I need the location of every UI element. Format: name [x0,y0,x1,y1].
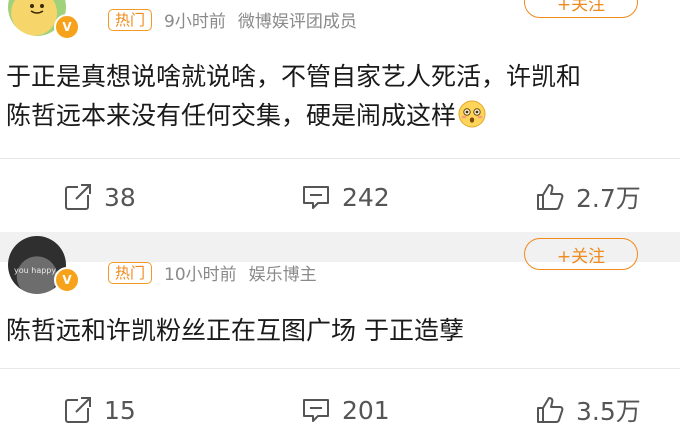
comment-count: 201 [342,395,390,425]
post-text-segment: 陈哲远本来没有任何交集，硬是闹成这样 [6,101,457,130]
like-count: 3.5万 [576,397,641,426]
like-button[interactable]: 3.5万 [534,388,641,432]
like-icon [537,184,564,210]
like-icon [537,397,564,423]
like-count: 2.7万 [576,184,641,213]
post-text: 陈哲远和许凯粉丝正在互图广场 于正造孽 [6,311,680,350]
repost-button[interactable]: 15 [62,388,136,432]
follow-button[interactable]: +关注 [524,238,638,270]
avatar-cartoon-icon [30,4,44,14]
action-bar: 15 201 3.5万 [0,388,680,432]
post-text-line: 陈哲远本来没有任何交集，硬是闹成这样 [6,96,680,135]
like-button[interactable]: 2.7万 [534,175,641,219]
post-time: 9小时前 [164,12,226,32]
flushed-face-emoji-icon [458,100,486,128]
comment-icon [303,186,329,209]
post-text-line: 陈哲远和许凯粉丝正在互图广场 于正造孽 [6,316,464,345]
follow-button[interactable]: +关注 [524,0,638,18]
repost-icon [65,183,92,210]
repost-count: 15 [104,395,136,425]
comment-button[interactable]: 201 [300,388,390,432]
avatar-text: you happy [14,266,57,275]
post-time: 10小时前 [164,265,237,285]
post-meta: 热门 9小时前 微博娱评团成员 [108,7,357,32]
post-source: 娱乐博主 [248,265,317,285]
divider [0,158,680,159]
repost-icon [65,396,92,423]
weibo-post-2: you happy V 热门 10小时前 娱乐博主 +关注 陈哲远和许凯粉丝正在… [0,236,680,432]
post-meta: 热门 10小时前 娱乐博主 [108,260,317,285]
repost-button[interactable]: 38 [62,175,136,219]
post-text-line: 于正是真想说啥就说啥，不管自家艺人死活，许凯和 [6,62,582,91]
comment-count: 242 [342,182,390,212]
comment-button[interactable]: 242 [300,175,390,219]
post-text: 于正是真想说啥就说啥，不管自家艺人死活，许凯和 陈哲远本来没有任何交集，硬是闹成… [6,57,680,135]
hot-badge: 热门 [108,8,153,31]
post-source: 微博娱评团成员 [237,12,357,32]
action-bar: 38 242 2.7万 [0,175,680,219]
comment-icon [303,399,329,422]
hot-badge: 热门 [108,261,153,284]
repost-count: 38 [104,182,136,212]
verified-badge: V [54,267,80,293]
verified-badge: V [54,14,80,40]
weibo-post-1: V 热门 9小时前 微博娱评团成员 +关注 于正是真想说啥就说啥，不管自家艺人死… [0,0,680,232]
divider [0,368,680,369]
